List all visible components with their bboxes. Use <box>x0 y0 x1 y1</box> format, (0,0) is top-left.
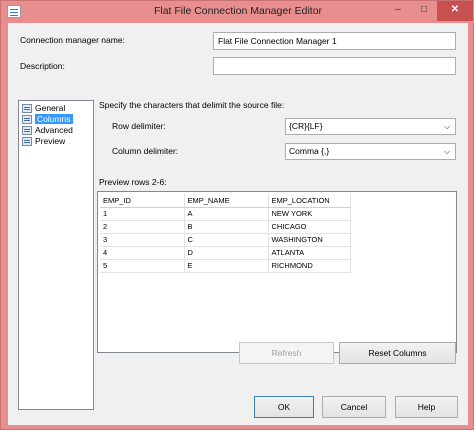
table-cell: CHICAGO <box>268 220 351 234</box>
table-cell: B <box>184 220 269 234</box>
column-delimiter-label: Column delimiter: <box>112 146 179 156</box>
nav-item-preview[interactable]: Preview <box>22 136 65 147</box>
nav-item-label: Advanced <box>35 125 73 135</box>
ok-button[interactable]: OK <box>254 396 314 418</box>
table-cell: WASHINGTON <box>268 233 351 247</box>
table-cell: D <box>184 246 269 260</box>
dialog-client: Connection manager name: Flat File Conne… <box>8 23 468 425</box>
table-cell: 3 <box>100 233 185 247</box>
table-cell: 2 <box>100 220 185 234</box>
row-delimiter-value: {CR}{LF} <box>289 121 323 131</box>
table-row: 4 D ATLANTA <box>100 246 351 260</box>
table-cell: NEW YORK <box>268 207 351 221</box>
column-header: EMP_NAME <box>184 194 269 208</box>
table-row: 2 B CHICAGO <box>100 220 351 234</box>
columns-icon <box>22 115 32 124</box>
column-header: EMP_LOCATION <box>268 194 351 208</box>
nav-item-advanced[interactable]: Advanced <box>22 125 73 136</box>
preview-label: Preview rows 2-6: <box>99 177 167 187</box>
cancel-button[interactable]: Cancel <box>322 396 386 418</box>
nav-item-label: Columns <box>35 114 73 124</box>
refresh-button[interactable]: Refresh <box>239 342 334 364</box>
column-header: EMP_ID <box>100 194 185 208</box>
page-list: General Columns Advanced Preview <box>18 100 94 410</box>
dialog-window: Flat File Connection Manager Editor – □ … <box>0 0 474 430</box>
table-cell: 4 <box>100 246 185 260</box>
table-cell: A <box>184 207 269 221</box>
connection-name-input[interactable]: Flat File Connection Manager 1 <box>213 32 456 50</box>
row-delimiter-select[interactable]: {CR}{LF} ⌵ <box>285 118 456 135</box>
connection-name-label: Connection manager name: <box>20 35 125 45</box>
table-row: 5 E RICHMOND <box>100 259 351 273</box>
table-cell: 1 <box>100 207 185 221</box>
title-bar[interactable]: Flat File Connection Manager Editor – □ … <box>1 1 474 23</box>
chevron-down-icon: ⌵ <box>443 122 451 131</box>
table-cell: C <box>184 233 269 247</box>
preview-grid[interactable]: EMP_ID EMP_NAME EMP_LOCATION 1 A NEW YOR… <box>97 191 457 353</box>
description-input[interactable] <box>213 57 456 75</box>
reset-columns-button[interactable]: Reset Columns <box>339 342 456 364</box>
minimize-button[interactable]: – <box>385 1 411 21</box>
help-button[interactable]: Help <box>395 396 458 418</box>
nav-item-label: General <box>35 103 66 113</box>
table-header-row: EMP_ID EMP_NAME EMP_LOCATION <box>100 194 351 208</box>
delimiter-heading: Specify the characters that delimit the … <box>99 100 285 110</box>
preview-table: EMP_ID EMP_NAME EMP_LOCATION 1 A NEW YOR… <box>100 194 351 273</box>
close-button[interactable]: ✕ <box>437 1 473 21</box>
nav-item-columns[interactable]: Columns <box>22 114 73 125</box>
row-delimiter-label: Row delimiter: <box>112 121 166 131</box>
table-row: 1 A NEW YORK <box>100 207 351 221</box>
maximize-button[interactable]: □ <box>411 1 437 21</box>
table-row: 3 C WASHINGTON <box>100 233 351 247</box>
nav-item-label: Preview <box>35 136 66 146</box>
chevron-down-icon: ⌵ <box>443 147 451 156</box>
advanced-icon <box>22 126 32 135</box>
table-cell: ATLANTA <box>268 246 351 260</box>
table-cell: RICHMOND <box>268 259 351 273</box>
general-icon <box>22 104 32 113</box>
column-delimiter-value: Comma {,} <box>289 146 330 156</box>
table-cell: E <box>184 259 269 273</box>
description-label: Description: <box>20 61 65 71</box>
preview-icon <box>22 137 32 146</box>
table-cell: 5 <box>100 259 185 273</box>
column-delimiter-select[interactable]: Comma {,} ⌵ <box>285 143 456 160</box>
nav-item-general[interactable]: General <box>22 103 65 114</box>
